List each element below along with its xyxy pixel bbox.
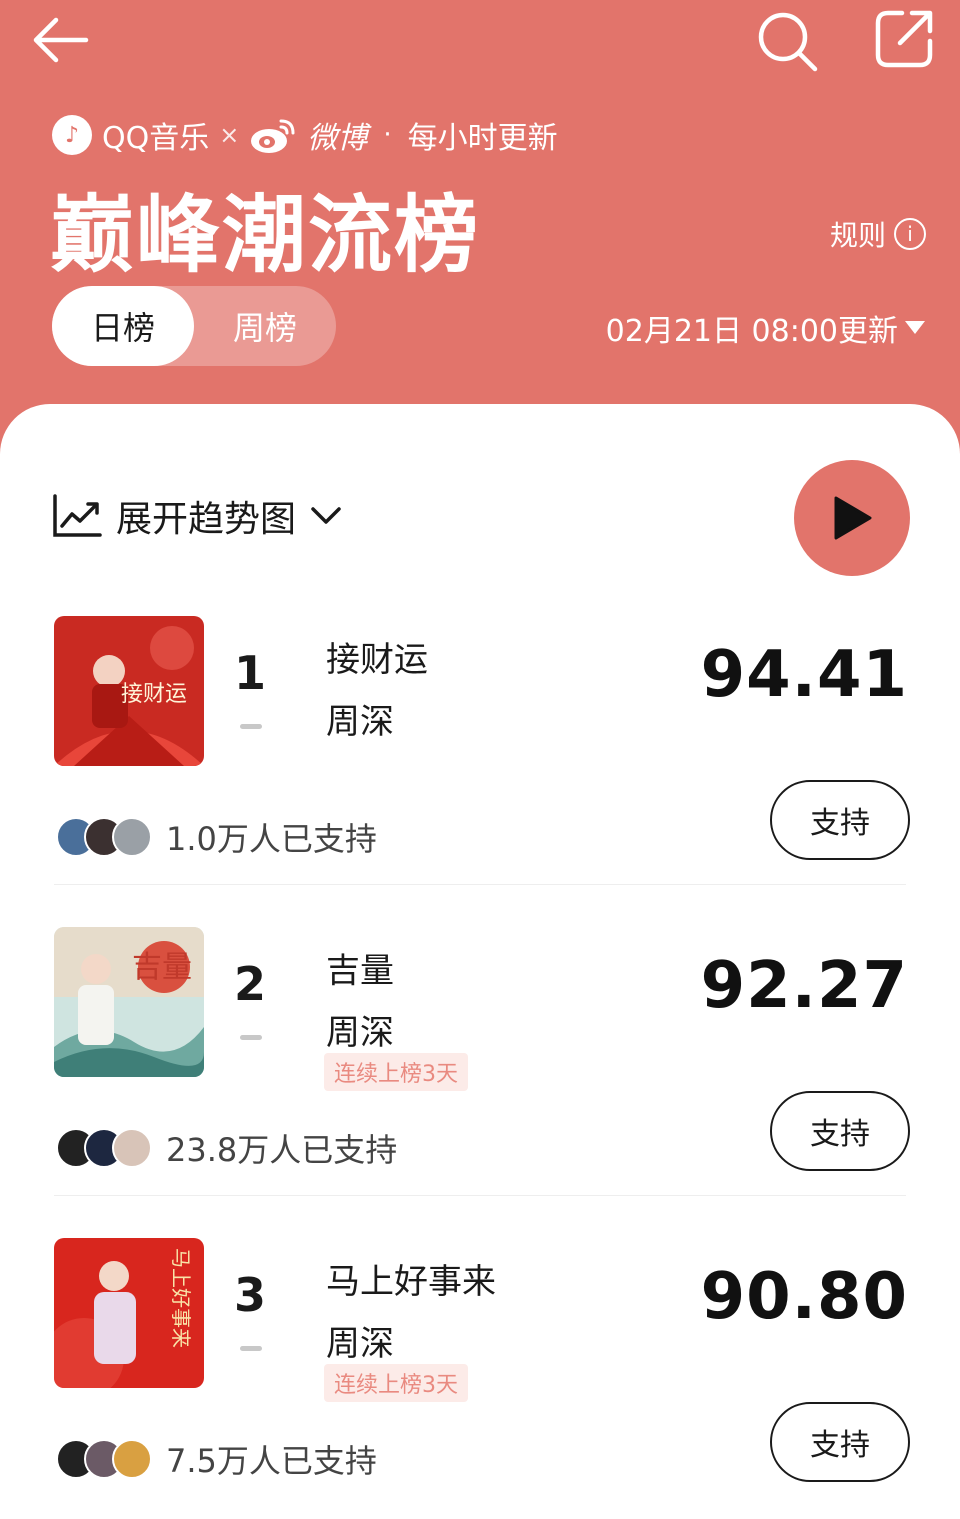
chart-entry[interactable]: 接财运 1 接财运 周深 94.41 1.0万人已支持 支持 [0, 616, 960, 926]
supporters-row: 1.0万人已支持 [56, 814, 377, 860]
score: 90.80 [700, 1260, 908, 1334]
trend-toggle[interactable]: 展开趋势图 [52, 490, 342, 542]
cover-title: 接财运 [121, 682, 187, 707]
rank-change-indicator [240, 1035, 262, 1040]
chevron-down-icon [311, 507, 341, 524]
weibo-logo-icon [251, 119, 295, 153]
streak-badge: 连续上榜3天 [324, 1364, 468, 1402]
rank-change-indicator [240, 724, 262, 729]
source-times: × [219, 121, 240, 149]
album-cover[interactable]: 接财运 [54, 616, 204, 766]
avatar [112, 1439, 152, 1479]
chart-list-card: 展开趋势图 接财运 1 接财运 周深 94.41 1.0万人已支持 支持 吉量 … [0, 404, 960, 1519]
support-button[interactable]: 支持 [770, 780, 910, 860]
page-title: 巅峰潮流榜 [50, 186, 481, 284]
play-all-button[interactable] [794, 460, 910, 576]
supporters-row: 7.5万人已支持 [56, 1436, 377, 1482]
source-qq-label: QQ音乐 [102, 121, 210, 156]
support-button[interactable]: 支持 [770, 1402, 910, 1482]
divider [54, 884, 906, 885]
avatar [112, 1128, 152, 1168]
trend-chart-icon [53, 494, 102, 537]
rules-link[interactable]: 规则 i [830, 214, 926, 254]
source-weibo-label: 微博 [307, 121, 368, 156]
rank-number: 3 [233, 1268, 266, 1322]
search-button[interactable] [752, 8, 822, 74]
streak-badge: 连续上榜3天 [324, 1053, 468, 1091]
cover-title: 吉量 [132, 950, 192, 985]
rank-number: 2 [233, 957, 266, 1011]
header: ♪ QQ音乐 × 微博 · 每小时更新 巅峰潮流榜 规则 i 日榜 周榜 02月… [0, 0, 960, 430]
divider [54, 1195, 906, 1196]
rules-label: 规则 [829, 219, 886, 252]
qq-music-logo-icon: ♪ [52, 115, 92, 155]
album-cover[interactable]: 马上好事来 [54, 1238, 204, 1388]
trend-toggle-label: 展开趋势图 [116, 499, 297, 540]
support-button[interactable]: 支持 [770, 1091, 910, 1171]
triangle-down-icon [905, 321, 925, 334]
album-cover[interactable]: 吉量 [54, 927, 204, 1077]
rank-number: 1 [233, 646, 266, 700]
supporters-row: 23.8万人已支持 [56, 1125, 397, 1171]
supporter-avatars [56, 1439, 152, 1479]
share-icon [875, 10, 933, 68]
cover-title: 马上好事来 [169, 1248, 193, 1348]
play-icon [834, 496, 872, 540]
share-button[interactable] [868, 6, 940, 72]
song-title: 接财运 [326, 640, 428, 680]
artist-name: 周深 [326, 1324, 394, 1364]
update-time-selector[interactable]: 02月21日 08:00更新 [606, 306, 926, 350]
tab-weekly[interactable]: 周榜 [194, 286, 336, 366]
support-count: 7.5万人已支持 [166, 1442, 377, 1480]
artist-name: 周深 [326, 702, 394, 742]
supporter-avatars [56, 817, 152, 857]
score: 94.41 [700, 638, 908, 712]
song-title: 吉量 [326, 951, 394, 991]
artist-name: 周深 [326, 1013, 394, 1053]
rank-change-indicator [240, 1346, 262, 1351]
chart-entry[interactable]: 马上好事来 3 马上好事来 周深 连续上榜3天 90.80 7.5万人已支持 支… [0, 1238, 960, 1519]
arrow-left-icon [33, 17, 89, 63]
chart-period-tabs: 日榜 周榜 [52, 286, 336, 366]
avatar [112, 817, 152, 857]
tab-daily[interactable]: 日榜 [52, 286, 194, 366]
support-count: 1.0万人已支持 [166, 820, 377, 858]
search-icon [758, 12, 818, 72]
info-icon: i [894, 218, 926, 250]
source-line: ♪ QQ音乐 × 微博 · 每小时更新 [52, 110, 558, 160]
score: 92.27 [700, 949, 908, 1023]
source-dot: · [383, 120, 392, 150]
back-button[interactable] [28, 12, 92, 68]
update-time-label: 02月21日 08:00更新 [605, 314, 898, 349]
song-title: 马上好事来 [326, 1262, 496, 1302]
support-count: 23.8万人已支持 [166, 1131, 398, 1169]
supporter-avatars [56, 1128, 152, 1168]
update-frequency: 每小时更新 [407, 121, 558, 156]
chart-entry[interactable]: 吉量 2 吉量 周深 连续上榜3天 92.27 23.8万人已支持 支持 [0, 927, 960, 1237]
